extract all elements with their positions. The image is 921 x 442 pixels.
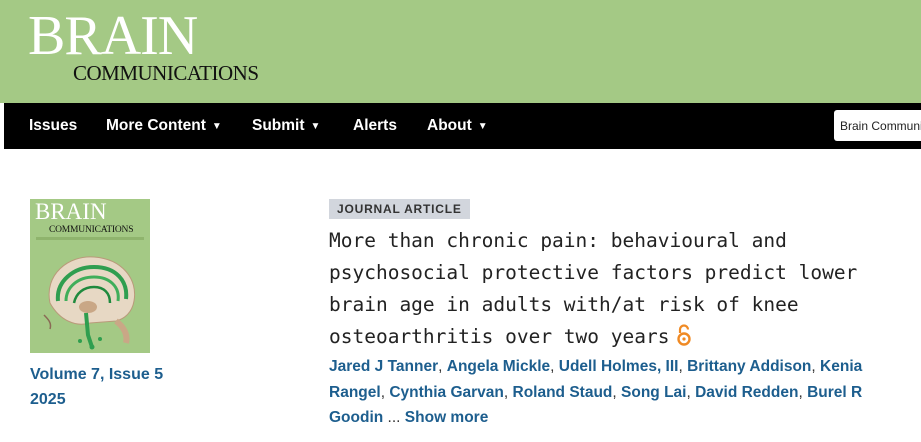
issue-volume-link[interactable]: Volume 7, Issue 5 — [30, 362, 163, 387]
author-separator: , — [686, 383, 696, 401]
author-ellipsis: ... — [383, 409, 405, 426]
issue-info: Volume 7, Issue 5 2025 — [30, 362, 163, 412]
show-more-authors-link[interactable]: Show more — [405, 409, 489, 426]
author-link[interactable]: Cynthia Garvan — [389, 384, 504, 401]
author-link[interactable]: Roland Staud — [513, 384, 613, 401]
open-lock-icon — [677, 324, 692, 346]
author-link[interactable]: Udell Holmes, III — [559, 358, 679, 375]
chevron-down-icon: ▼ — [211, 121, 222, 132]
nav-about-label: About — [427, 117, 472, 134]
brain-illustration-icon — [43, 256, 136, 350]
nav-about[interactable]: About ▼ — [427, 103, 488, 149]
nav-more-content-label: More Content — [106, 117, 206, 134]
cover-subtitle: COMMUNICATIONS — [49, 225, 134, 235]
issue-year: 2025 — [30, 391, 66, 408]
author-separator: , — [503, 383, 513, 401]
nav-issues-label: Issues — [29, 117, 78, 134]
author-separator: , — [811, 358, 821, 375]
nav-submit[interactable]: Submit ▼ — [252, 103, 320, 149]
chevron-down-icon: ▼ — [477, 121, 488, 132]
author-separator: , — [438, 358, 447, 375]
site-header: BRAIN COMMUNICATIONS — [0, 0, 921, 103]
author-separator: , — [550, 358, 559, 375]
nav-alerts[interactable]: Alerts — [353, 103, 397, 149]
cover-title: BRAIN — [35, 199, 107, 224]
main-nav: Issues More Content ▼ Submit ▼ Alerts Abou… — [4, 103, 921, 149]
author-separator: , — [612, 383, 622, 401]
cover-divider — [36, 237, 144, 240]
journal-logo[interactable]: BRAIN — [28, 6, 198, 66]
author-link[interactable]: Angela Mickle — [447, 358, 550, 375]
journal-logo-subtitle[interactable]: COMMUNICATIONS — [73, 62, 259, 84]
issue-cover-image[interactable]: BRAIN COMMUNICATIONS — [30, 199, 150, 353]
author-link[interactable]: Song Lai — [621, 384, 686, 401]
article-title: More than chronic pain: behavioural and … — [329, 225, 889, 353]
search-scope-input[interactable] — [834, 110, 921, 141]
author-link[interactable]: David Redden — [695, 384, 798, 401]
nav-alerts-label: Alerts — [353, 117, 397, 134]
author-separator: , — [678, 358, 688, 375]
article-type-badge: JOURNAL ARTICLE — [329, 199, 470, 219]
author-link[interactable]: Jared J Tanner — [329, 358, 438, 375]
author-separator: , — [798, 383, 808, 401]
nav-submit-label: Submit — [252, 117, 305, 134]
nav-more-content[interactable]: More Content ▼ — [106, 103, 222, 149]
article-title-text: More than chronic pain: behavioural and … — [329, 229, 858, 348]
chevron-down-icon: ▼ — [310, 121, 321, 132]
author-list: Jared J Tanner, Angela Mickle, Udell Hol… — [329, 354, 889, 431]
author-link[interactable]: Brittany Addison — [687, 358, 811, 375]
nav-issues[interactable]: Issues — [29, 103, 77, 149]
